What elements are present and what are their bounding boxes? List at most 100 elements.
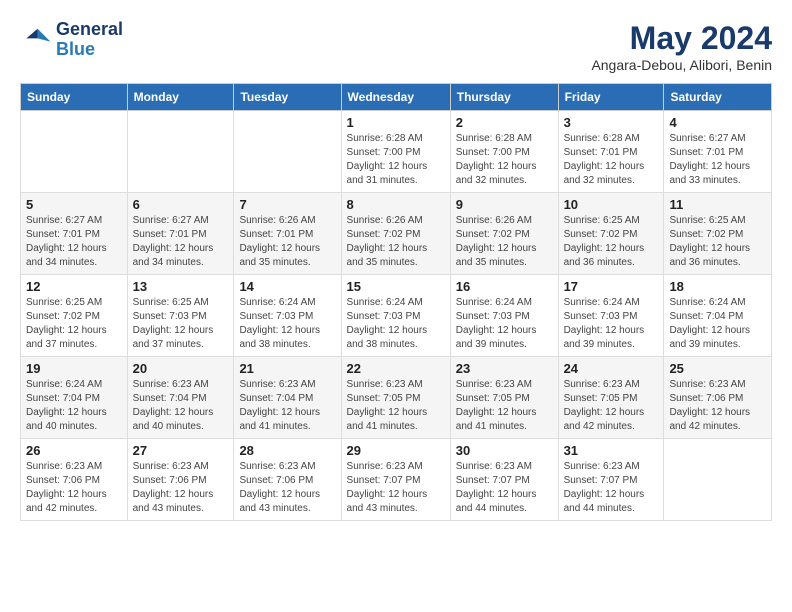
calendar-body: 1 Sunrise: 6:28 AMSunset: 7:00 PMDaylight…: [21, 111, 772, 521]
header-day-sunday: Sunday: [21, 84, 128, 111]
location-subtitle: Angara-Debou, Alibori, Benin: [591, 57, 772, 73]
day-number: 14: [239, 279, 335, 294]
day-info: Sunrise: 6:23 AMSunset: 7:04 PMDaylight:…: [239, 378, 335, 434]
day-cell: 11Sunrise: 6:25 AMSunset: 7:02 PMDayligh…: [664, 193, 772, 275]
day-number: 29: [347, 443, 445, 458]
day-cell: 19 Sunrise: 6:24 AMSunset: 7:04 PMDayligh…: [21, 357, 128, 439]
day-info: Sunrise: 6:25 AMSunset: 7:03 PMDaylight:…: [133, 296, 229, 352]
header-day-thursday: Thursday: [450, 84, 558, 111]
week-row-5: 26 Sunrise: 6:23 AMSunset: 7:06 PMDayligh…: [21, 439, 772, 521]
day-info: Sunrise: 6:26 AMSunset: 7:02 PMDaylight:…: [456, 214, 553, 270]
day-number: 1: [347, 115, 445, 130]
day-info: Sunrise: 6:27 AMSunset: 7:01 PMDaylight:…: [669, 132, 766, 188]
header-row: SundayMondayTuesdayWednesdayThursdayFrid…: [21, 84, 772, 111]
day-cell: [234, 111, 341, 193]
day-number: 25: [669, 361, 766, 376]
day-cell: 5 Sunrise: 6:27 AMSunset: 7:01 PMDaylight…: [21, 193, 128, 275]
day-number: 17: [564, 279, 659, 294]
day-number: 15: [347, 279, 445, 294]
day-info: Sunrise: 6:28 AMSunset: 7:00 PMDaylight:…: [456, 132, 553, 188]
day-number: 10: [564, 197, 659, 212]
day-info: Sunrise: 6:23 AMSunset: 7:07 PMDaylight:…: [564, 460, 659, 516]
week-row-1: 1 Sunrise: 6:28 AMSunset: 7:00 PMDaylight…: [21, 111, 772, 193]
day-number: 3: [564, 115, 659, 130]
day-info: Sunrise: 6:23 AMSunset: 7:06 PMDaylight:…: [133, 460, 229, 516]
day-info: Sunrise: 6:27 AMSunset: 7:01 PMDaylight:…: [26, 214, 122, 270]
day-cell: 29 Sunrise: 6:23 AMSunset: 7:07 PMDayligh…: [341, 439, 450, 521]
day-number: 8: [347, 197, 445, 212]
day-cell: 15 Sunrise: 6:24 AMSunset: 7:03 PMDayligh…: [341, 275, 450, 357]
day-cell: 21 Sunrise: 6:23 AMSunset: 7:04 PMDayligh…: [234, 357, 341, 439]
day-info: Sunrise: 6:26 AMSunset: 7:01 PMDaylight:…: [239, 214, 335, 270]
day-number: 22: [347, 361, 445, 376]
day-cell: 4 Sunrise: 6:27 AMSunset: 7:01 PMDaylight…: [664, 111, 772, 193]
day-number: 4: [669, 115, 766, 130]
logo-line2: Blue: [56, 40, 123, 60]
header-day-friday: Friday: [558, 84, 664, 111]
day-cell: 9 Sunrise: 6:26 AMSunset: 7:02 PMDaylight…: [450, 193, 558, 275]
day-info: Sunrise: 6:23 AMSunset: 7:06 PMDaylight:…: [239, 460, 335, 516]
day-info: Sunrise: 6:25 AMSunset: 7:02 PMDaylight:…: [26, 296, 122, 352]
day-number: 26: [26, 443, 122, 458]
title-block: May 2024 Angara-Debou, Alibori, Benin: [591, 20, 772, 73]
day-number: 6: [133, 197, 229, 212]
day-cell: 28 Sunrise: 6:23 AMSunset: 7:06 PMDayligh…: [234, 439, 341, 521]
header-day-tuesday: Tuesday: [234, 84, 341, 111]
day-info: Sunrise: 6:28 AMSunset: 7:00 PMDaylight:…: [347, 132, 445, 188]
day-info: Sunrise: 6:24 AMSunset: 7:04 PMDaylight:…: [669, 296, 766, 352]
calendar-header: SundayMondayTuesdayWednesdayThursdayFrid…: [21, 84, 772, 111]
page-header: General Blue May 2024 Angara-Debou, Alib…: [20, 20, 772, 73]
day-number: 12: [26, 279, 122, 294]
day-number: 28: [239, 443, 335, 458]
day-info: Sunrise: 6:23 AMSunset: 7:05 PMDaylight:…: [347, 378, 445, 434]
day-cell: 23Sunrise: 6:23 AMSunset: 7:05 PMDayligh…: [450, 357, 558, 439]
day-cell: 17Sunrise: 6:24 AMSunset: 7:03 PMDayligh…: [558, 275, 664, 357]
day-cell: 3 Sunrise: 6:28 AMSunset: 7:01 PMDaylight…: [558, 111, 664, 193]
day-info: Sunrise: 6:24 AMSunset: 7:03 PMDaylight:…: [239, 296, 335, 352]
day-number: 2: [456, 115, 553, 130]
day-number: 30: [456, 443, 553, 458]
day-info: Sunrise: 6:24 AMSunset: 7:04 PMDaylight:…: [26, 378, 122, 434]
day-cell: [21, 111, 128, 193]
day-number: 16: [456, 279, 553, 294]
week-row-4: 19 Sunrise: 6:24 AMSunset: 7:04 PMDayligh…: [21, 357, 772, 439]
month-title: May 2024: [591, 20, 772, 57]
day-number: 21: [239, 361, 335, 376]
day-cell: 30 Sunrise: 6:23 AMSunset: 7:07 PMDayligh…: [450, 439, 558, 521]
day-info: Sunrise: 6:24 AMSunset: 7:03 PMDaylight:…: [347, 296, 445, 352]
day-cell: 6 Sunrise: 6:27 AMSunset: 7:01 PMDaylight…: [127, 193, 234, 275]
day-number: 13: [133, 279, 229, 294]
day-cell: 10 Sunrise: 6:25 AMSunset: 7:02 PMDayligh…: [558, 193, 664, 275]
day-info: Sunrise: 6:23 AMSunset: 7:07 PMDaylight:…: [456, 460, 553, 516]
day-cell: 12 Sunrise: 6:25 AMSunset: 7:02 PMDayligh…: [21, 275, 128, 357]
logo-icon: [20, 24, 52, 56]
logo-text: General Blue: [56, 20, 123, 60]
calendar-table: SundayMondayTuesdayWednesdayThursdayFrid…: [20, 83, 772, 521]
header-day-saturday: Saturday: [664, 84, 772, 111]
day-number: 18: [669, 279, 766, 294]
day-number: 24: [564, 361, 659, 376]
day-number: 31: [564, 443, 659, 458]
day-number: 27: [133, 443, 229, 458]
day-cell: 22 Sunrise: 6:23 AMSunset: 7:05 PMDayligh…: [341, 357, 450, 439]
day-info: Sunrise: 6:25 AMSunset: 7:02 PMDaylight:…: [564, 214, 659, 270]
day-cell: 25Sunrise: 6:23 AMSunset: 7:06 PMDayligh…: [664, 357, 772, 439]
day-cell: 24 Sunrise: 6:23 AMSunset: 7:05 PMDayligh…: [558, 357, 664, 439]
day-cell: 13 Sunrise: 6:25 AMSunset: 7:03 PMDayligh…: [127, 275, 234, 357]
day-number: 9: [456, 197, 553, 212]
logo-line1: General: [56, 20, 123, 40]
day-cell: 18 Sunrise: 6:24 AMSunset: 7:04 PMDayligh…: [664, 275, 772, 357]
day-cell: 16Sunrise: 6:24 AMSunset: 7:03 PMDayligh…: [450, 275, 558, 357]
day-number: 5: [26, 197, 122, 212]
day-number: 19: [26, 361, 122, 376]
week-row-2: 5 Sunrise: 6:27 AMSunset: 7:01 PMDaylight…: [21, 193, 772, 275]
day-cell: 14 Sunrise: 6:24 AMSunset: 7:03 PMDayligh…: [234, 275, 341, 357]
day-info: Sunrise: 6:23 AMSunset: 7:05 PMDaylight:…: [564, 378, 659, 434]
day-info: Sunrise: 6:28 AMSunset: 7:01 PMDaylight:…: [564, 132, 659, 188]
day-info: Sunrise: 6:23 AMSunset: 7:04 PMDaylight:…: [133, 378, 229, 434]
day-info: Sunrise: 6:23 AMSunset: 7:07 PMDaylight:…: [347, 460, 445, 516]
day-info: Sunrise: 6:23 AMSunset: 7:05 PMDaylight:…: [456, 378, 553, 434]
header-day-wednesday: Wednesday: [341, 84, 450, 111]
header-day-monday: Monday: [127, 84, 234, 111]
day-info: Sunrise: 6:27 AMSunset: 7:01 PMDaylight:…: [133, 214, 229, 270]
